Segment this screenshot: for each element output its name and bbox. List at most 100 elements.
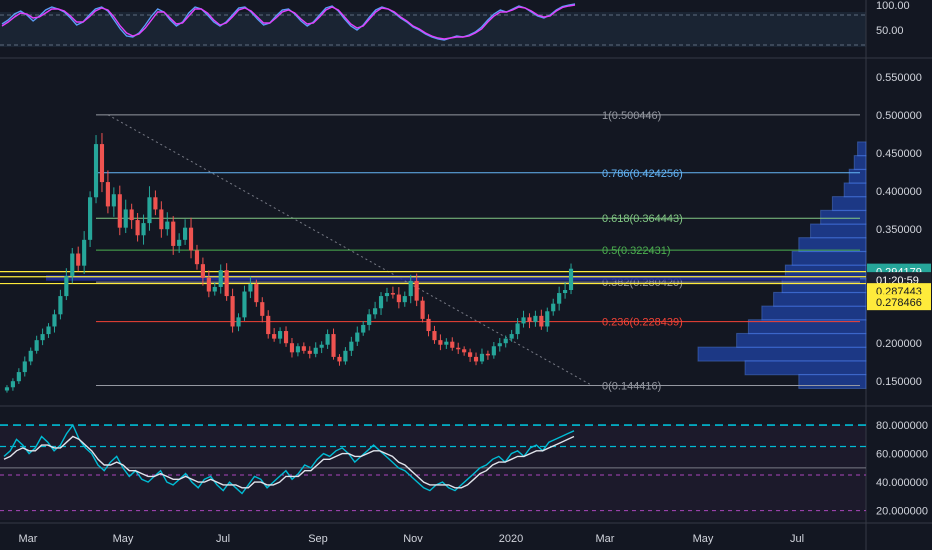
- price-tick-label: 0.200000: [876, 338, 922, 350]
- candle-body: [212, 286, 217, 292]
- candle-body: [539, 315, 544, 327]
- x-tick-label: Sep: [308, 533, 328, 545]
- volume-profile-bar: [798, 237, 867, 253]
- candle-body: [58, 296, 63, 315]
- candle-body: [355, 332, 360, 342]
- candle-body: [307, 350, 312, 354]
- candle-body: [515, 323, 520, 335]
- candle-body: [236, 317, 241, 327]
- candle-body: [64, 276, 69, 297]
- stoch-band: [0, 12, 866, 47]
- candle-body: [248, 283, 253, 292]
- candle-body: [52, 314, 57, 327]
- candle-body: [479, 353, 485, 362]
- candle-body: [349, 341, 354, 351]
- candle-body: [509, 334, 514, 339]
- candle-body: [188, 227, 194, 251]
- candle-body: [272, 334, 277, 339]
- candle-body: [456, 347, 461, 350]
- x-tick-label: Mar: [596, 533, 615, 545]
- candle-body: [218, 270, 223, 287]
- candle-body: [390, 293, 395, 295]
- candle-body: [568, 268, 574, 290]
- candle-body: [194, 250, 200, 265]
- rsi-band: [0, 425, 866, 520]
- x-tick-label: May: [693, 533, 714, 545]
- rsi-tick-label: 40.000000: [876, 477, 928, 489]
- candle-body: [283, 331, 289, 344]
- volume-profile-bar: [791, 250, 867, 266]
- candle-body: [129, 209, 134, 221]
- candle-body: [313, 347, 318, 354]
- fib-level-label: 0.786(0.424256): [602, 168, 683, 180]
- candle-body: [46, 326, 51, 335]
- candle-body: [325, 334, 330, 345]
- candle-body: [254, 283, 259, 303]
- candle-body: [319, 344, 324, 348]
- candle-body: [563, 290, 568, 294]
- candle-body: [260, 302, 265, 316]
- candle-body: [450, 341, 455, 348]
- candle-body: [373, 308, 378, 315]
- candle-body: [361, 324, 366, 333]
- candle-body: [408, 280, 413, 297]
- volume-profile-bar: [831, 196, 867, 212]
- candle-body: [414, 280, 419, 301]
- candle-body: [462, 349, 467, 353]
- candle-body: [289, 343, 295, 353]
- candle-body: [485, 353, 490, 356]
- volume-profile-bar: [798, 373, 867, 389]
- candle-body: [432, 331, 437, 341]
- candle-body: [22, 361, 27, 373]
- candle-body: [111, 194, 116, 207]
- candle-body: [183, 227, 188, 240]
- candle-body: [533, 315, 538, 322]
- price-tick-label: 0.500000: [876, 110, 922, 122]
- volume-profile-bar: [773, 291, 867, 307]
- candle-body: [301, 346, 306, 351]
- candle-body: [70, 253, 75, 277]
- candle-body: [438, 340, 443, 345]
- candle-body: [93, 144, 99, 198]
- candle-body: [295, 346, 300, 353]
- volume-profile-bar: [744, 360, 867, 376]
- chart-canvas[interactable]: 100.00 50.00 0.550000 0.500000 0.450000 0.400…: [0, 0, 932, 550]
- x-tick-label: Jul: [790, 533, 804, 545]
- candle-body: [34, 340, 39, 351]
- price-tag-label: 0.278466: [876, 297, 922, 309]
- candle-body: [105, 182, 110, 207]
- candle-body: [551, 303, 556, 312]
- candle-body: [230, 296, 235, 327]
- candle-body: [266, 315, 271, 335]
- fib-level-label: 0.5(0.322431): [602, 245, 671, 257]
- candle-body: [384, 293, 390, 297]
- candle-body: [88, 197, 93, 240]
- candle-body: [497, 343, 502, 347]
- candle-body: [147, 197, 152, 224]
- candle-body: [206, 277, 211, 292]
- candle-body: [242, 291, 247, 318]
- price-tick-label: 0.350000: [876, 224, 922, 236]
- fib-level-label: 0.618(0.364443): [602, 213, 683, 225]
- volume-profile-bar: [697, 346, 867, 362]
- candle-body: [331, 334, 336, 357]
- price-tick-label: 0.450000: [876, 148, 922, 160]
- candle-body: [473, 356, 479, 362]
- volume-profile-bar: [843, 182, 867, 198]
- candle-body: [491, 346, 496, 356]
- candle-body: [99, 144, 105, 183]
- candle-body: [117, 194, 122, 228]
- highlight-band: [46, 275, 860, 281]
- fib-level-label: 0.236(0.228439): [602, 317, 683, 329]
- candle-body: [444, 341, 449, 345]
- stoch-tick-label: 50.00: [876, 25, 904, 37]
- candle-body: [278, 331, 283, 339]
- candle-body: [557, 293, 562, 304]
- volume-profile-bar: [761, 305, 867, 321]
- candle-body: [337, 356, 342, 362]
- candle-body: [343, 350, 348, 362]
- x-tick-label: 2020: [499, 533, 523, 545]
- candle-body: [10, 381, 15, 388]
- candle-body: [82, 239, 87, 266]
- candle-body: [402, 296, 407, 303]
